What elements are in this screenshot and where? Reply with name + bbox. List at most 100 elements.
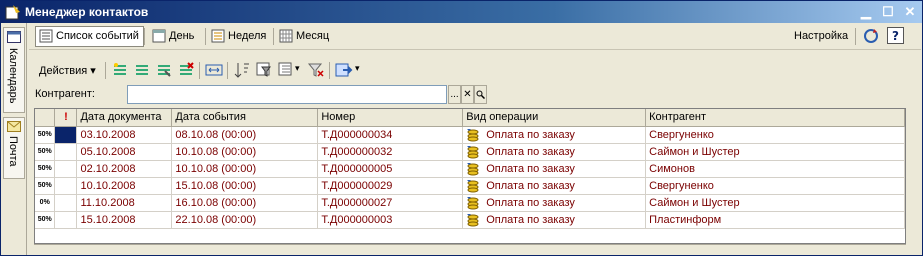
doc-date-cell: 11.10.2008	[76, 194, 173, 212]
table-footer	[34, 244, 906, 245]
payment-icon	[467, 196, 479, 209]
refresh-icon[interactable]	[863, 28, 879, 44]
operation-cell: Оплата по заказу	[462, 211, 647, 229]
operation-label: Оплата по заказу	[486, 145, 575, 158]
event-date-cell: 15.10.08 (00:00)	[171, 177, 319, 195]
copy-icon[interactable]	[133, 61, 151, 79]
sidebar: Календарь Почта	[1, 23, 27, 255]
doc-date-cell: 15.10.2008	[76, 211, 173, 229]
event-list-button[interactable]: Список событий	[35, 26, 144, 47]
importance-header[interactable]: !	[54, 109, 78, 127]
day-icon	[152, 29, 166, 43]
app-icon	[5, 5, 20, 20]
add-icon[interactable]	[111, 61, 129, 79]
column-header[interactable]: Вид операции	[462, 109, 647, 127]
event-date-cell: 08.10.08 (00:00)	[171, 126, 319, 144]
events-table[interactable]: ! Дата документа Дата события Номер Вид …	[34, 108, 906, 244]
event-date-cell: 16.10.08 (00:00)	[171, 194, 319, 212]
event-date-cell: 10.10.08 (00:00)	[171, 160, 319, 178]
partner-filter-input[interactable]	[127, 85, 447, 104]
doc-date-cell: 02.10.2008	[76, 160, 173, 178]
number-cell: Т.Д000000005	[317, 160, 464, 178]
number-cell: Т.Д000000003	[317, 211, 464, 229]
filter-by-value-icon[interactable]	[255, 61, 273, 79]
filter-icon[interactable]	[277, 61, 295, 79]
actions-label: Действия	[39, 65, 88, 77]
partner-cell: Свергуненко	[645, 126, 905, 144]
close-button[interactable]: ✕	[901, 4, 919, 20]
view-toolbar: Список событий День Неделя Месяц Настрой…	[29, 23, 921, 50]
progress-indicator: 50%	[35, 143, 56, 161]
week-label: Неделя	[228, 30, 267, 42]
progress-indicator: 50%	[35, 211, 56, 229]
toolbar-separator	[273, 28, 274, 45]
partner-cell: Саймон и Шустер	[645, 194, 905, 212]
clear-button[interactable]: ✕	[461, 85, 474, 104]
day-button[interactable]: День	[148, 26, 199, 47]
search-button[interactable]	[474, 85, 487, 104]
week-button[interactable]: Неделя	[207, 26, 271, 47]
payment-icon	[467, 213, 479, 226]
table-row[interactable]: 50% 02.10.2008 10.10.08 (00:00) Т.Д00000000…	[35, 160, 905, 178]
operation-cell: Оплата по заказу	[462, 160, 647, 178]
mail-icon	[7, 121, 21, 132]
selection-marker	[54, 177, 78, 195]
calendar-icon	[7, 31, 21, 43]
table-row[interactable]: 50% 05.10.2008 10.10.08 (00:00) Т.Д00000003…	[35, 143, 905, 161]
operation-cell: Оплата по заказу	[462, 126, 647, 144]
edit-icon[interactable]	[155, 61, 173, 79]
tab-mail[interactable]: Почта	[3, 117, 25, 179]
output-icon[interactable]	[335, 61, 353, 79]
operation-cell: Оплата по заказу	[462, 143, 647, 161]
doc-date-cell: 03.10.2008	[76, 126, 173, 144]
week-icon	[211, 29, 225, 43]
selection-marker	[54, 194, 78, 212]
progress-indicator: 50%	[35, 177, 56, 195]
minimize-button[interactable]: ▁	[857, 4, 875, 20]
number-cell: Т.Д000000029	[317, 177, 464, 195]
clear-filter-icon[interactable]	[307, 61, 325, 79]
svg-text:?: ?	[892, 29, 899, 43]
payment-icon	[467, 145, 479, 158]
partner-filter: Контрагент: ... ✕	[29, 85, 921, 105]
payment-icon	[467, 162, 479, 175]
event-date-cell: 22.10.08 (00:00)	[171, 211, 319, 229]
table-row[interactable]: 50% 10.10.2008 15.10.08 (00:00) Т.Д00000002…	[35, 177, 905, 195]
selection-marker	[54, 211, 78, 229]
table-row[interactable]: 50% 03.10.2008 08.10.08 (00:00) Т.Д00000003…	[35, 126, 905, 144]
selection-marker	[54, 126, 78, 144]
operation-label: Оплата по заказу	[486, 162, 575, 175]
actions-toolbar: Действия ▾ ▾ ▾	[29, 58, 921, 84]
settings-button[interactable]: Настройка	[789, 26, 853, 47]
title-bar[interactable]: Менеджер контактов ▁ ☐ ✕	[1, 1, 922, 23]
app-window: Менеджер контактов ▁ ☐ ✕ Календарь Почта…	[0, 0, 923, 256]
column-header[interactable]: Дата документа	[76, 109, 173, 127]
table-row[interactable]: 50% 15.10.2008 22.10.08 (00:00) Т.Д00000000…	[35, 211, 905, 229]
toolbar-separator	[227, 62, 228, 79]
delete-icon[interactable]	[177, 61, 195, 79]
output-dropdown-arrow[interactable]: ▾	[355, 63, 360, 74]
tab-calendar-label: Календарь	[7, 48, 19, 104]
indicator-header	[35, 109, 56, 127]
help-icon[interactable]: ?	[887, 27, 904, 44]
number-cell: Т.Д000000034	[317, 126, 464, 144]
payment-icon	[467, 128, 479, 141]
tab-calendar[interactable]: Календарь	[3, 27, 25, 113]
window-title: Менеджер контактов	[25, 5, 149, 19]
period-icon[interactable]	[205, 61, 223, 79]
select-button[interactable]: ...	[448, 85, 461, 104]
actions-menu[interactable]: Действия ▾	[39, 64, 96, 77]
partner-filter-label: Контрагент:	[35, 88, 95, 100]
number-cell: Т.Д000000032	[317, 143, 464, 161]
sort-icon[interactable]	[233, 61, 251, 79]
filter-dropdown-arrow[interactable]: ▾	[295, 63, 300, 74]
operation-label: Оплата по заказу	[486, 196, 575, 209]
column-header[interactable]: Номер	[317, 109, 464, 127]
importance-icon: !	[64, 111, 68, 124]
column-header[interactable]: Дата события	[171, 109, 319, 127]
maximize-button[interactable]: ☐	[879, 4, 897, 20]
column-header[interactable]: Контрагент	[645, 109, 905, 127]
progress-indicator: 50%	[35, 126, 56, 144]
table-row[interactable]: 0% 11.10.2008 16.10.08 (00:00) Т.Д000000027…	[35, 194, 905, 212]
month-button[interactable]: Месяц	[275, 26, 334, 47]
